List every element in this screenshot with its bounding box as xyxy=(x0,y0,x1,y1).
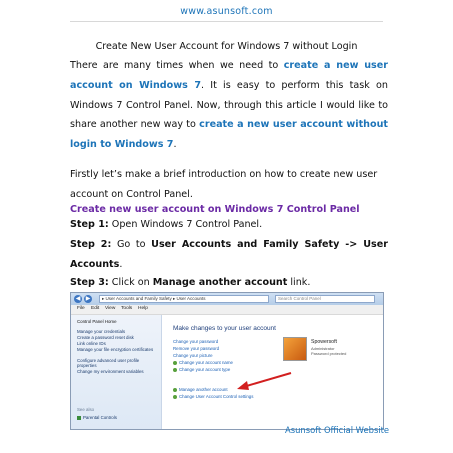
sidebar-see-also: See also xyxy=(77,407,95,412)
sidebar-item-encryption[interactable]: Manage your file encryption certificates xyxy=(77,347,159,352)
step-1-text: Open Windows 7 Control Panel. xyxy=(108,219,263,230)
back-arrow-icon[interactable]: ◀ xyxy=(74,295,82,303)
task-change-password[interactable]: Change your password xyxy=(173,339,218,344)
user-name: Spowersoft xyxy=(311,339,337,345)
address-field[interactable]: ▸ User Accounts and Family Safety ▸ User… xyxy=(99,295,269,303)
sidebar-item-parental[interactable]: Parental Controls xyxy=(77,415,159,420)
shield-icon xyxy=(173,394,177,399)
intro-text-3: . xyxy=(173,139,177,151)
intro-paragraph: There are many times when we need to cre… xyxy=(70,56,388,155)
sidebar-item-reset-disk[interactable]: Create a password reset disk xyxy=(77,335,159,340)
task-uac-settings[interactable]: Change User Account Control settings xyxy=(173,394,253,399)
footer-text: Asunsoft Official Website xyxy=(285,425,390,435)
document-title: Create New User Account for Windows 7 wi… xyxy=(95,41,358,52)
step-2: Step 2: Go to User Accounts and Family S… xyxy=(70,235,388,275)
menu-view[interactable]: View xyxy=(105,306,115,311)
section-heading: Create new user account on Windows 7 Con… xyxy=(70,204,360,215)
header-divider xyxy=(70,21,383,22)
user-avatar[interactable] xyxy=(283,337,307,361)
parental-controls-icon xyxy=(77,415,81,420)
step-3-text: Click on xyxy=(108,277,153,288)
menu-file[interactable]: File xyxy=(77,306,85,311)
menu-edit[interactable]: Edit xyxy=(91,306,99,311)
step-3: Step 3: Click on Manage another account … xyxy=(70,273,310,293)
sidebar-item-home[interactable]: Control Panel Home xyxy=(77,319,159,324)
red-arrow-icon xyxy=(237,372,292,390)
intro-text-1: There are many times when we need to xyxy=(70,60,284,71)
step-1-label: Step 1: xyxy=(70,219,109,230)
step-2-end: . xyxy=(119,258,123,270)
content-title: Make changes to your user account xyxy=(173,325,276,332)
document-page: www.asunsoft.com Create New User Account… xyxy=(0,0,453,453)
search-input[interactable]: Search Control Panel xyxy=(275,295,375,303)
step-3-label: Step 3: xyxy=(70,277,109,288)
content-pane: Make changes to your user account Change… xyxy=(163,315,383,429)
menu-tools[interactable]: Tools xyxy=(121,306,132,311)
task-remove-password[interactable]: Remove your password xyxy=(173,346,219,351)
user-card: Spowersoft Administrator Password protec… xyxy=(283,337,379,363)
sidebar-item-env-vars[interactable]: Change my environment variables xyxy=(77,369,159,374)
sidebar-item-credentials[interactable]: Manage your credentials xyxy=(77,329,159,334)
control-panel-screenshot: ◀ ▶ ▸ User Accounts and Family Safety ▸ … xyxy=(70,292,384,430)
step-3-end: link. xyxy=(287,277,311,288)
step-2-label: Step 2: xyxy=(70,239,112,250)
task-manage-another[interactable]: Manage another account xyxy=(173,387,228,392)
site-url[interactable]: www.asunsoft.com xyxy=(0,6,453,17)
task-uac-label: Change User Account Control settings xyxy=(179,394,254,399)
task-change-type[interactable]: Change your account type xyxy=(173,367,230,372)
brief-intro-paragraph: Firstly let’s make a brief introduction … xyxy=(70,169,378,200)
sidebar-item-profile[interactable]: Configure advanced user profile properti… xyxy=(77,358,159,368)
menu-bar: File Edit View Tools Help xyxy=(71,305,383,315)
task-change-picture[interactable]: Change your picture xyxy=(173,353,213,358)
sidebar-item-online-ids[interactable]: Link online IDs xyxy=(77,341,159,346)
sidebar-parental-label: Parental Controls xyxy=(83,415,117,420)
user-status: Password protected xyxy=(311,351,347,356)
task-change-name[interactable]: Change your account name xyxy=(173,360,233,365)
shield-icon xyxy=(173,387,177,392)
sidebar: Control Panel Home Manage your credentia… xyxy=(71,315,162,429)
step-1: Step 1: Open Windows 7 Control Panel. xyxy=(70,215,262,235)
task-manage-another-label: Manage another account xyxy=(179,387,228,392)
menu-help[interactable]: Help xyxy=(138,306,148,311)
address-bar: ◀ ▶ ▸ User Accounts and Family Safety ▸ … xyxy=(71,293,383,305)
task-change-type-label: Change your account type xyxy=(179,367,231,372)
shield-icon xyxy=(173,367,177,372)
task-change-name-label: Change your account name xyxy=(179,360,233,365)
step-3-link-name: Manage another account xyxy=(152,277,288,288)
shield-icon xyxy=(173,360,177,365)
forward-arrow-icon[interactable]: ▶ xyxy=(84,295,92,303)
step-2-text: Go to xyxy=(111,239,152,250)
